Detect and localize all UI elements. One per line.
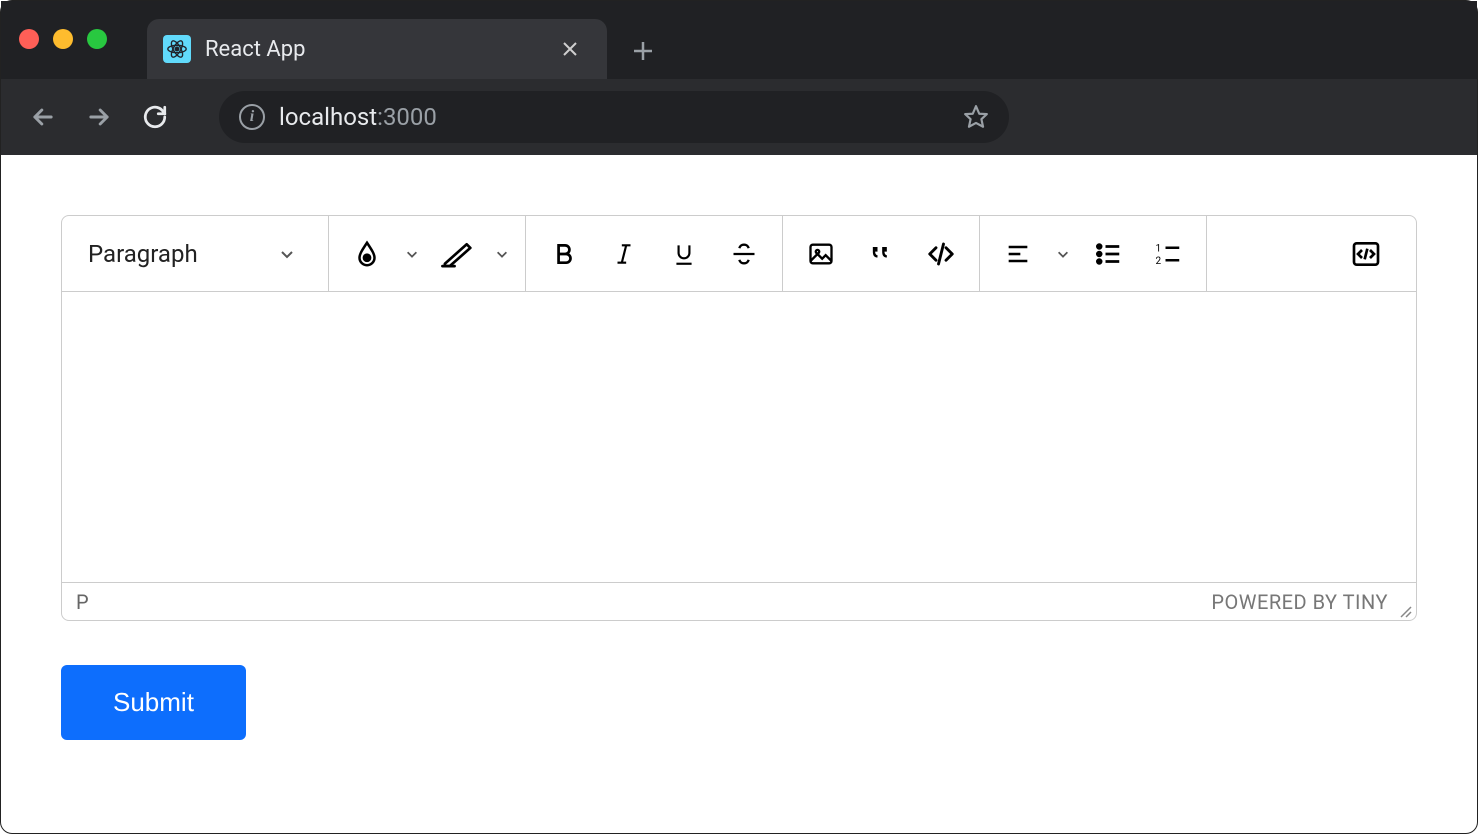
- bookmark-button[interactable]: [963, 104, 989, 130]
- quote-icon: [867, 240, 895, 268]
- url-display: localhost:3000: [279, 103, 949, 131]
- text-color-button[interactable]: [337, 224, 427, 284]
- chevron-down-icon: [1048, 247, 1078, 261]
- chevron-down-icon: [397, 247, 427, 261]
- highlighter-icon: [440, 239, 474, 269]
- underline-icon: [671, 241, 697, 267]
- tab-title: React App: [205, 37, 547, 62]
- toolbar-group-text: [526, 216, 783, 291]
- underline-button[interactable]: [654, 224, 714, 284]
- toolbar-group-format: Paragraph: [62, 216, 329, 291]
- numbered-list-icon: 12: [1153, 239, 1183, 269]
- site-info-icon[interactable]: i: [239, 104, 265, 130]
- bold-button[interactable]: [534, 224, 594, 284]
- source-code-icon: [1350, 238, 1382, 270]
- nav-back-button[interactable]: [21, 95, 65, 139]
- arrow-right-icon: [85, 103, 113, 131]
- resize-icon: [1398, 604, 1412, 618]
- submit-button[interactable]: Submit: [61, 665, 246, 740]
- svg-text:1: 1: [1156, 243, 1162, 254]
- window-close-button[interactable]: [19, 29, 39, 49]
- numbered-list-button[interactable]: 12: [1138, 224, 1198, 284]
- chevron-down-icon: [272, 246, 302, 262]
- insert-image-button[interactable]: [791, 224, 851, 284]
- browser-tab[interactable]: React App: [147, 19, 607, 79]
- chevron-down-icon: [487, 247, 517, 261]
- nav-forward-button[interactable]: [77, 95, 121, 139]
- reload-button[interactable]: [133, 95, 177, 139]
- url-port: :3000: [377, 103, 437, 131]
- page-content: Paragraph: [1, 155, 1477, 800]
- editor-statusbar: P POWERED BY TINY: [62, 582, 1416, 620]
- editor-branding[interactable]: POWERED BY TINY: [1211, 590, 1388, 614]
- source-code-button[interactable]: [1336, 224, 1396, 284]
- editor-toolbar: Paragraph: [62, 216, 1416, 292]
- italic-button[interactable]: [594, 224, 654, 284]
- svg-text:2: 2: [1156, 256, 1162, 267]
- toolbar-group-insert: [783, 216, 980, 291]
- browser-titlebar: React App: [1, 1, 1477, 79]
- bullet-list-button[interactable]: [1078, 224, 1138, 284]
- window-minimize-button[interactable]: [53, 29, 73, 49]
- browser-chrome: React App i localhost:3000: [1, 1, 1477, 155]
- toolbar-group-code: [1316, 216, 1416, 291]
- toolbar-group-color: [329, 216, 526, 291]
- star-icon: [963, 104, 989, 130]
- bullet-list-icon: [1093, 239, 1123, 269]
- react-favicon-icon: [163, 35, 191, 63]
- highlight-color-button[interactable]: [427, 224, 517, 284]
- url-host: localhost: [279, 103, 377, 131]
- italic-icon: [611, 241, 637, 267]
- tab-close-button[interactable]: [561, 40, 585, 58]
- image-icon: [807, 240, 835, 268]
- code-icon: [926, 239, 956, 269]
- editor-element-path[interactable]: P: [76, 590, 89, 614]
- browser-toolbar: i localhost:3000: [1, 79, 1477, 155]
- address-bar[interactable]: i localhost:3000: [219, 91, 1009, 143]
- block-format-label: Paragraph: [88, 240, 198, 268]
- code-block-button[interactable]: [911, 224, 971, 284]
- window-maximize-button[interactable]: [87, 29, 107, 49]
- arrow-left-icon: [29, 103, 57, 131]
- blockquote-button[interactable]: [851, 224, 911, 284]
- block-format-select[interactable]: Paragraph: [70, 240, 320, 268]
- window-controls: [19, 29, 107, 49]
- rich-text-editor: Paragraph: [61, 215, 1417, 621]
- editor-content-area[interactable]: [62, 292, 1416, 582]
- editor-resize-handle[interactable]: [1398, 604, 1412, 618]
- toolbar-group-paragraph: 12: [980, 216, 1207, 291]
- bold-icon: [551, 241, 577, 267]
- strikethrough-button[interactable]: [714, 224, 774, 284]
- align-left-icon: [1004, 240, 1032, 268]
- plus-icon: [631, 39, 655, 63]
- new-tab-button[interactable]: [615, 23, 671, 79]
- align-button[interactable]: [988, 224, 1078, 284]
- ink-drop-icon: [352, 239, 382, 269]
- close-icon: [561, 40, 579, 58]
- strikethrough-icon: [730, 240, 758, 268]
- reload-icon: [142, 104, 168, 130]
